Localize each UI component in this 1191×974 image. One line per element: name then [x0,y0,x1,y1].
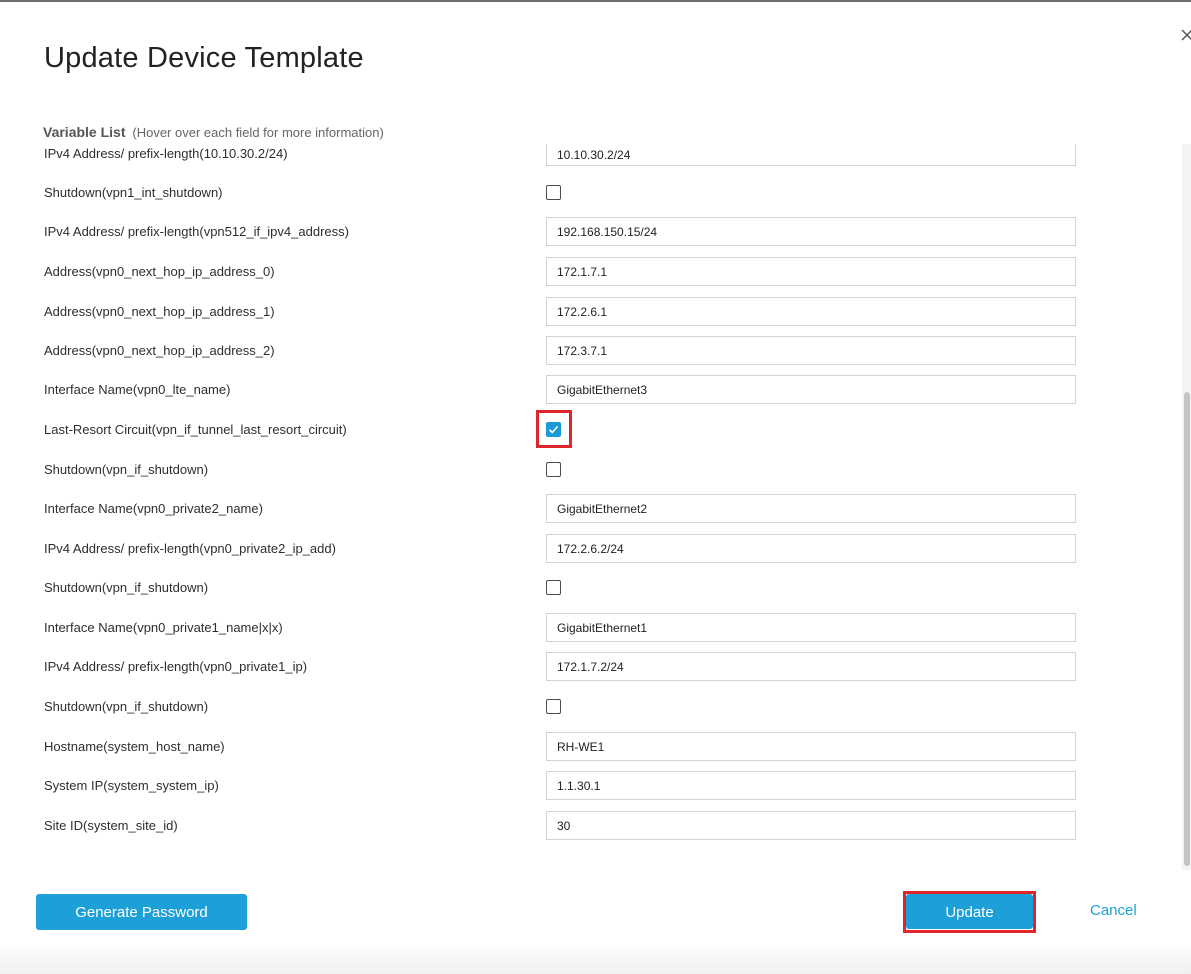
variable-input[interactable] [546,811,1076,840]
checkbox[interactable] [546,580,561,595]
variable-input[interactable] [546,336,1076,365]
variable-label: Last-Resort Circuit(vpn_if_tunnel_last_r… [44,422,347,437]
variable-label: Site ID(system_site_id) [44,818,178,833]
top-border [0,0,1191,2]
variable-input[interactable] [546,732,1076,761]
variable-label: Interface Name(vpn0_private1_name|x|x) [44,620,283,635]
variable-label: Address(vpn0_next_hop_ip_address_1) [44,304,275,319]
variable-input[interactable] [546,375,1076,404]
variable-input[interactable] [546,217,1076,246]
check-icon [548,425,559,434]
variable-input[interactable] [546,652,1076,681]
variable-list-label: Variable List [43,124,126,140]
variable-label: System IP(system_system_ip) [44,778,219,793]
variable-label: IPv4 Address/ prefix-length(vpn0_private… [44,659,308,674]
variable-label: Shutdown(vpn_if_shutdown) [44,462,209,477]
variable-label: Interface Name(vpn0_private2_name) [44,501,263,516]
variable-input[interactable] [546,771,1076,800]
footer-shadow [0,944,1191,974]
variable-list-hint: (Hover over each field for more informat… [132,125,384,140]
checkbox[interactable] [546,185,561,200]
variable-list-heading: Variable List (Hover over each field for… [43,124,384,140]
variable-input[interactable] [546,257,1076,286]
close-icon[interactable] [1180,28,1191,42]
cancel-link[interactable]: Cancel [1090,902,1137,919]
variable-input[interactable] [546,144,1076,166]
variable-label: Interface Name(vpn0_lte_name) [44,382,231,397]
variable-label: IPv4 Address/ prefix-length(vpn0_private… [44,541,336,556]
checkbox[interactable] [546,699,561,714]
variable-label: Address(vpn0_next_hop_ip_address_2) [44,343,275,358]
dialog-title: Update Device Template [44,42,364,74]
variable-label: Shutdown(vpn1_int_shutdown) [44,185,223,200]
variable-label: IPv4 Address/ prefix-length(10.10.30.2/2… [44,146,288,161]
variable-input[interactable] [546,297,1076,326]
variable-input[interactable] [546,534,1076,563]
variable-label: Address(vpn0_next_hop_ip_address_0) [44,264,275,279]
variable-label: Hostname(system_host_name) [44,739,225,754]
scrollbar-thumb[interactable] [1184,392,1190,866]
variable-label: IPv4 Address/ prefix-length(vpn512_if_ip… [44,224,349,239]
variable-label: Shutdown(vpn_if_shutdown) [44,580,209,595]
update-button[interactable]: Update [906,894,1033,929]
variable-label: Shutdown(vpn_if_shutdown) [44,699,209,714]
checkbox-checked[interactable] [546,422,561,437]
generate-password-button[interactable]: Generate Password [36,894,247,930]
variable-input[interactable] [546,494,1076,523]
variable-input[interactable] [546,613,1076,642]
checkbox[interactable] [546,462,561,477]
